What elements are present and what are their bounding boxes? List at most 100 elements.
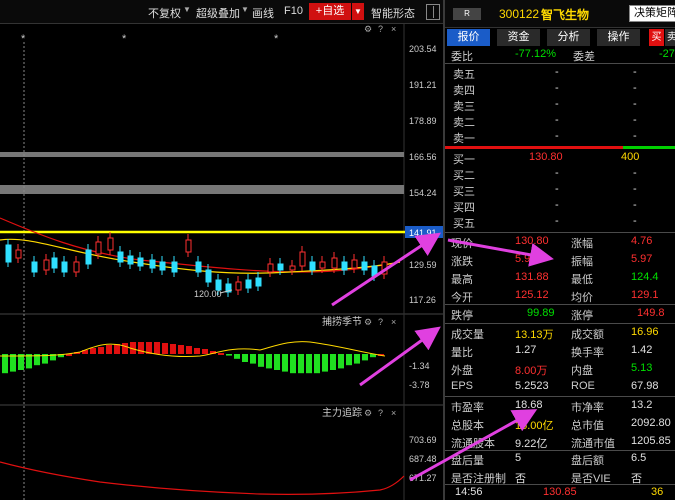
order-volume: -: [633, 199, 637, 211]
quote-tabs: 报价 资金 分析 操作: [445, 29, 675, 46]
candle-body: [73, 261, 80, 273]
order-price: -: [555, 114, 559, 126]
order-price: -: [555, 82, 559, 94]
histogram-bar: [114, 344, 120, 354]
candle-body: [137, 257, 144, 267]
field-value: 16.96: [631, 326, 659, 338]
close-icon[interactable]: ×: [391, 24, 396, 34]
field-value: 13.2: [631, 399, 653, 411]
histogram-bar: [266, 354, 272, 369]
quote-row: 量比 1.27 换手率 1.42: [451, 344, 653, 359]
add-watchlist-button[interactable]: +自选: [309, 3, 351, 20]
indicator1-axis-label: -1.34: [409, 361, 430, 371]
help-icon[interactable]: ?: [378, 408, 383, 418]
settings-icon[interactable]: ⚙: [364, 408, 372, 418]
chevron-down-icon[interactable]: ▼: [241, 5, 249, 14]
help-icon[interactable]: ?: [378, 317, 383, 327]
candle-body: [31, 261, 38, 273]
field-value: 125.12: [515, 289, 549, 301]
candle-body: [341, 261, 348, 271]
histogram-bar: [250, 354, 256, 364]
indicator2-axis-label: 703.69: [409, 435, 437, 445]
field-value: 2092.80: [631, 417, 671, 429]
candle-body: [149, 259, 156, 269]
draw-line-button[interactable]: 画线: [252, 5, 274, 21]
quote-row: EPS 5.2523 ROE 67.98: [451, 380, 659, 392]
buy-order-row: 买一 130.80 400: [453, 151, 640, 166]
market-badge: R: [453, 8, 481, 20]
order-price: -: [555, 199, 559, 211]
price-axis-label: 117.26: [409, 295, 436, 305]
buy-button[interactable]: 买: [649, 29, 664, 46]
order-ratio-row: 委比 -77.12% 委差 -27: [451, 48, 675, 63]
f10-button[interactable]: F10: [284, 5, 303, 17]
settings-icon[interactable]: ⚙: [364, 317, 372, 327]
smart-pattern-button[interactable]: 智能形态: [371, 5, 415, 21]
chevron-down-icon[interactable]: ▼: [183, 5, 191, 14]
field-value: 131.88: [515, 271, 549, 283]
tab-funds[interactable]: 资金: [497, 29, 540, 46]
histogram-bar: [154, 342, 160, 354]
field-value: 18.68: [515, 399, 543, 411]
candle-body: [255, 277, 262, 287]
sell-button[interactable]: 卖: [665, 29, 675, 46]
histogram-bar: [98, 347, 104, 354]
histogram-bar: [170, 344, 176, 354]
indicator1-axis-label: -3.78: [409, 380, 430, 390]
help-icon[interactable]: ?: [378, 24, 383, 34]
tab-quote[interactable]: 报价: [447, 29, 490, 46]
histogram-bar: [298, 354, 304, 374]
close-icon[interactable]: ×: [391, 408, 396, 418]
overlay-button[interactable]: 超级叠加: [196, 5, 240, 21]
candle-body: [381, 261, 388, 275]
buy-order-row: 买四 - -: [453, 199, 637, 214]
order-volume: -: [633, 114, 637, 126]
candle-body: [61, 261, 68, 273]
quote-row: 是否注册制否是否VIE 否: [445, 469, 675, 485]
decision-matrix-button[interactable]: 决策矩阵: [629, 5, 675, 22]
histogram-bar: [122, 343, 128, 354]
candle-body: [159, 261, 166, 271]
close-icon[interactable]: ×: [391, 317, 396, 327]
watchlist-dropdown-icon[interactable]: ▼: [352, 3, 364, 20]
order-volume: -: [633, 82, 637, 94]
tick-price: 130.85: [543, 486, 577, 498]
histogram-bar: [2, 354, 8, 374]
candle-body: [185, 239, 192, 253]
price-axis-label: 154.24: [409, 188, 437, 198]
tick-volume: 36: [651, 486, 664, 498]
candle-body: [5, 244, 12, 263]
candle-body: [277, 263, 284, 271]
field-value: 1.42: [631, 344, 653, 356]
price-axis: 203.54 191.21 178.89 166.56 154.24 129.59 117.…: [409, 44, 437, 305]
order-price: -: [555, 130, 559, 142]
histogram-bar: [338, 354, 344, 369]
histogram-bar: [226, 354, 232, 356]
order-volume: -: [633, 66, 637, 78]
histogram-bar: [306, 354, 312, 374]
buy-order-row: 买二 - -: [453, 167, 637, 182]
order-volume: -: [633, 98, 637, 110]
candle-body: [51, 257, 58, 269]
tab-operation[interactable]: 操作: [597, 29, 640, 46]
no-adjust-button[interactable]: 不复权: [148, 5, 181, 21]
current-price-label: 141.91: [409, 228, 437, 238]
histogram-bar: [194, 348, 200, 354]
panel-toggle-icon[interactable]: [426, 4, 440, 20]
histogram-bar: [362, 354, 368, 361]
order-price: -: [555, 215, 559, 227]
histogram-bar: [90, 348, 96, 354]
candle-body: [235, 281, 242, 291]
histogram-bar: [106, 345, 112, 354]
candle-body: [371, 265, 378, 277]
kline-chart-area[interactable]: 不复权 ▼ 超级叠加 ▼ 画线 F10 +自选 ▼ 智能形态 * * * ⚙ ?…: [0, 0, 443, 500]
tab-analysis[interactable]: 分析: [547, 29, 590, 46]
quote-row: 总股本 16.00亿 总市值 2092.80: [451, 417, 671, 432]
candle-body: [205, 269, 212, 283]
marker-star-icon: *: [122, 33, 127, 45]
histogram-bar: [138, 342, 144, 354]
field-value: 129.1: [631, 289, 659, 301]
settings-icon[interactable]: ⚙: [364, 24, 372, 34]
histogram-bar: [234, 354, 240, 359]
histogram-bar: [314, 354, 320, 374]
